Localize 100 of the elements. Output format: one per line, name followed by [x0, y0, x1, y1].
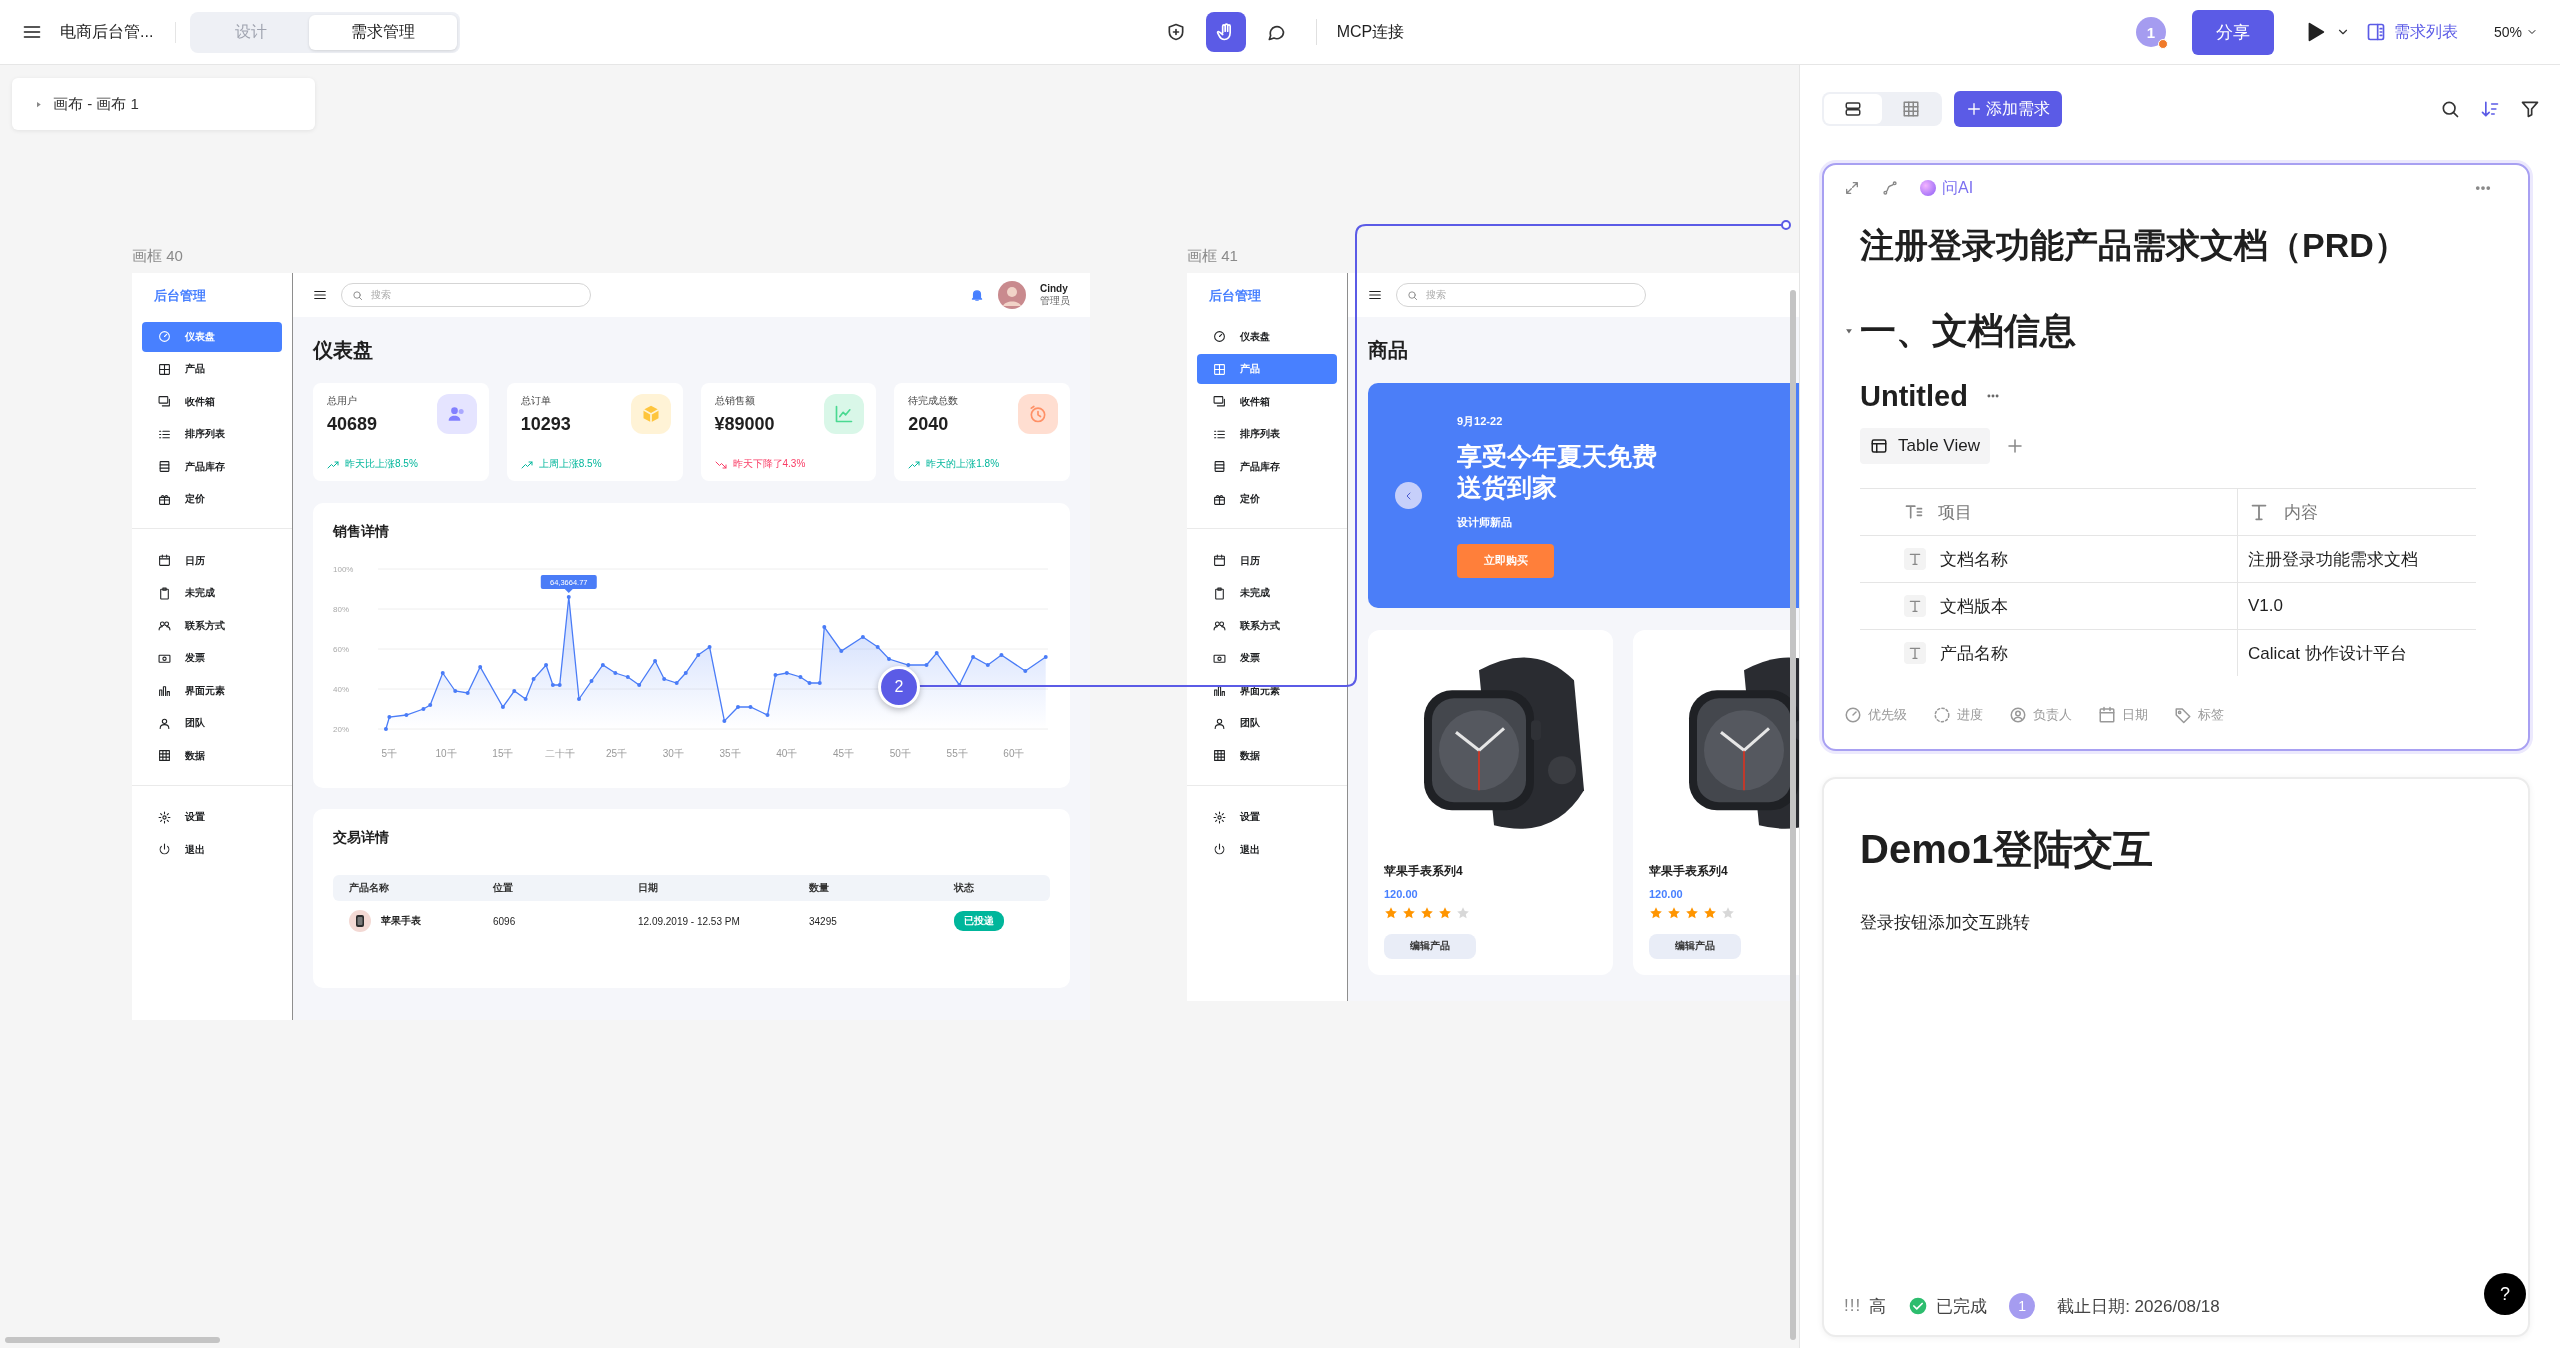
nav-item[interactable]: 数据 [142, 740, 282, 771]
requirement-description: 登录按钮添加交互跳转 [1860, 912, 2031, 934]
edit-button[interactable]: 编辑产品 [1384, 933, 1476, 959]
document-title: 注册登录功能产品需求文档（PRD） [1860, 225, 2409, 266]
scrollbar[interactable] [5, 1337, 220, 1343]
people-icon [158, 619, 171, 632]
nav-item[interactable]: 设置 [1197, 802, 1337, 832]
banner-date: 9月12-22 [1457, 413, 1504, 429]
nav-item[interactable]: 发票 [1197, 643, 1337, 673]
chart-point [707, 645, 712, 649]
nav-item[interactable]: 联系方式 [142, 610, 282, 641]
ask-ai-button[interactable]: 问AI [1920, 177, 1974, 199]
view-tab[interactable]: Table View [1860, 428, 1990, 464]
axis-label: 100% [333, 565, 354, 574]
mode-tab[interactable]: 需求管理 [309, 14, 458, 50]
add-requirement-button[interactable]: 添加需求 [1954, 91, 2062, 127]
search-icon [1407, 289, 1418, 301]
gauge-icon [1213, 330, 1226, 343]
nav-item[interactable]: 仪表盘 [142, 321, 282, 352]
status-label: 已完成 [1936, 1295, 1988, 1318]
section-heading: 一、文档信息 [1860, 309, 2076, 353]
database-title: Untitled [1860, 379, 1968, 414]
list-view-button[interactable] [1824, 94, 1882, 124]
edit-button[interactable]: 编辑产品 [1649, 933, 1741, 959]
chart-point [512, 689, 517, 693]
nav-item[interactable]: 退出 [142, 834, 282, 865]
axis-label: 15千 [492, 748, 514, 759]
nav-item[interactable]: 产品库存 [1197, 451, 1337, 482]
plus-icon [1966, 101, 1982, 117]
clipboard-icon [158, 586, 171, 600]
menu-icon[interactable] [1368, 288, 1382, 302]
nav-item[interactable]: 产品 [142, 354, 282, 384]
zoom-dropdown[interactable]: 50% [2493, 24, 2538, 40]
trend-text: 昨天比上涨8.5% [345, 457, 418, 471]
users-icon [446, 404, 467, 424]
requirements-button[interactable]: 需求列表 [2365, 21, 2458, 43]
axis-label: 60千 [1003, 748, 1025, 759]
axis-label: 20% [333, 725, 349, 734]
axis-label: 45千 [833, 748, 855, 759]
sort-icon[interactable] [2480, 99, 2500, 119]
gift-icon [1213, 492, 1226, 506]
expand-icon[interactable] [1844, 180, 1860, 196]
axis-label: 50千 [889, 748, 911, 759]
connector-icon[interactable] [1882, 180, 1898, 196]
menu-icon[interactable] [313, 288, 327, 302]
gauge-icon [1844, 706, 1862, 724]
star-icon [1667, 905, 1681, 920]
table-icon [1902, 100, 1920, 118]
chart-point [906, 663, 911, 667]
share-button[interactable]: 分享 [2191, 9, 2274, 55]
nav-item[interactable]: 未完成 [142, 578, 282, 608]
scrollbar[interactable] [1790, 290, 1796, 1340]
nav-item[interactable]: 日历 [1197, 545, 1337, 576]
nav-item[interactable]: 产品库存 [142, 451, 282, 482]
chart-point [807, 681, 812, 685]
nav-item[interactable]: 联系方式 [1197, 610, 1337, 641]
chart-point [971, 655, 976, 659]
chart-point [613, 671, 618, 675]
search-icon[interactable] [2440, 99, 2460, 119]
nav-item[interactable]: 界面元素 [142, 675, 282, 706]
nav-item[interactable]: 设置 [142, 802, 282, 832]
stat-value: 2040 [908, 414, 950, 435]
brand-title: 后台管理 [1208, 287, 1262, 305]
nav-item[interactable]: 排序列表 [142, 419, 282, 449]
power-icon [1213, 843, 1226, 856]
table-cell-text: 6096 [493, 915, 517, 927]
chart-point [440, 671, 445, 675]
hand-tool-button[interactable] [1205, 12, 1246, 52]
nav-item[interactable]: 定价 [1197, 484, 1337, 514]
nav-item[interactable]: 仪表盘 [1197, 321, 1337, 352]
requirement-card[interactable]: 问AI 注册登录功能产品需求文档（PRD） 一、文档信息 Untitled Table View 项目 内容 文档名称 注册登录功能需求文档 文档版本 V1.0 产品名称 Calicat 协作设计平台 优先级 进度 负责人 日期 标签 [1822, 163, 2530, 751]
nav-item[interactable]: 团队 [1197, 708, 1337, 738]
nav-item[interactable]: 日历 [142, 545, 282, 576]
nav-item[interactable]: 团队 [142, 708, 282, 738]
caret-right-icon [34, 99, 43, 109]
filter-icon[interactable] [2520, 99, 2540, 119]
chart-point [383, 727, 388, 731]
axis-label: 60% [333, 645, 349, 654]
nav-item[interactable]: 退出 [1197, 834, 1337, 865]
nav-item[interactable]: 数据 [1197, 740, 1337, 771]
chart-point [875, 645, 880, 649]
nav-item[interactable]: 收件箱 [142, 386, 282, 417]
chart-point [765, 713, 770, 717]
card-title: 交易详情 [333, 829, 390, 847]
chart-point [798, 675, 803, 679]
triangle-down-icon[interactable] [1844, 326, 1854, 336]
chart-point [453, 689, 458, 693]
nav-item[interactable]: 发票 [142, 643, 282, 673]
chart-point [999, 653, 1004, 657]
breadcrumb-bar[interactable]: 画布 - 画布 1 [12, 78, 315, 130]
nav-item[interactable]: 未完成 [1197, 578, 1337, 608]
mcp-link[interactable]: MCP连接 [1336, 21, 1405, 43]
nav-item[interactable]: 定价 [142, 484, 282, 514]
bell-icon[interactable] [970, 288, 984, 302]
nav-item[interactable]: 排序列表 [1197, 419, 1337, 449]
star-icon [1402, 905, 1416, 920]
chart-point [544, 663, 549, 667]
chart-point [860, 635, 865, 639]
nav-item[interactable]: 收件箱 [1197, 386, 1337, 417]
nav-item[interactable]: 产品 [1197, 354, 1337, 384]
